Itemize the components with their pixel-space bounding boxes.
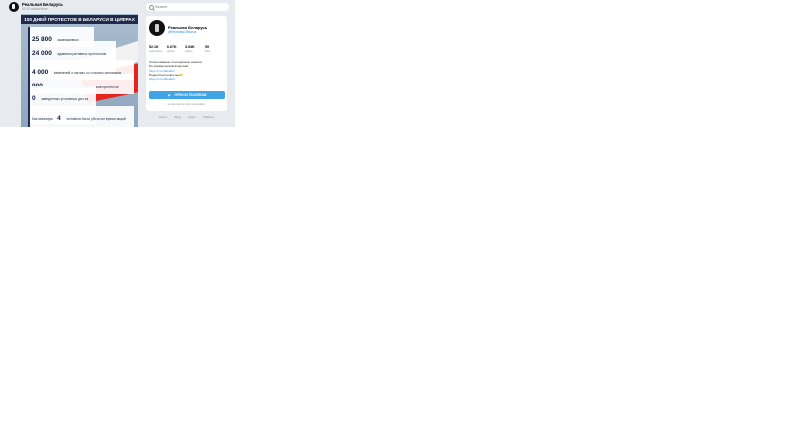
stat-value: 3.94K: [185, 45, 195, 49]
card-channel-handle[interactable]: @Realnaya Belarus: [168, 30, 196, 34]
stat-caption: links: [205, 50, 211, 53]
stat-number: 0: [32, 95, 36, 102]
footer-link-about[interactable]: About: [159, 115, 167, 119]
channel-stats: 52.1K subscribers 6.67K photos 3.94K vid…: [149, 45, 225, 56]
open-button-label: OPEN IN TELEGRAM: [174, 93, 207, 97]
stat-killed: Как минимум 4 человека были убиты во вре…: [28, 106, 134, 127]
post-header: Реальная Беларусь 52.1K subscribers: [9, 2, 139, 12]
sidebar: Реальная Беларусь @Realnaya Belarus 52.1…: [141, 0, 235, 127]
search-icon: [149, 5, 154, 10]
channel-info-card: Реальная Беларусь @Realnaya Belarus 52.1…: [146, 16, 227, 111]
stat-value: 6.67K: [167, 45, 177, 49]
channel-avatar[interactable]: [9, 2, 19, 12]
stat-value: 52.1K: [149, 45, 159, 49]
stat-links: 59 links: [205, 45, 210, 53]
stat-number: 4: [57, 115, 61, 122]
footer-link-blog[interactable]: Blog: [174, 115, 180, 119]
footer-link-platform[interactable]: Platform: [203, 115, 214, 119]
stat-number: 24 000: [32, 50, 52, 57]
stat-caption: photos: [167, 50, 175, 53]
telegram-plane-icon: [167, 93, 171, 97]
stat-videos: 3.94K videos: [185, 45, 195, 53]
search-input[interactable]: [155, 3, 225, 11]
open-in-telegram-button[interactable]: OPEN IN TELEGRAM: [149, 91, 225, 99]
channel-description: Только важные и интересные новости По ко…: [149, 60, 225, 81]
search-box[interactable]: [146, 3, 229, 11]
join-note: to view and join the conversation: [167, 103, 206, 106]
infographic-title: 100 ДНЕЙ ПРОТЕСТОВ В БЕЛАРУСИ В ЦИФРАХ: [21, 15, 138, 24]
subscriber-count: 52.1K subscribers: [22, 7, 48, 11]
telegram-web-preview: Реальная Беларусь 52.1K subscribers 100 …: [0, 0, 235, 127]
stat-caption: videos: [185, 50, 193, 53]
footer-links: About Blog Apps Platform: [146, 115, 227, 119]
stat-photos: 6.67K photos: [167, 45, 177, 53]
desc-link[interactable]: https://t.me/Beallkd: [149, 77, 225, 81]
stat-subscribers: 52.1K subscribers: [149, 45, 162, 53]
stat-caption: subscribers: [149, 50, 163, 53]
channel-avatar-large: [149, 20, 165, 36]
stat-label: Как минимум: [32, 117, 53, 121]
post-image[interactable]: 100 ДНЕЙ ПРОТЕСТОВ В БЕЛАРУСИ В ЦИФРАХ 2…: [21, 14, 138, 127]
stat-value: 59: [205, 45, 209, 49]
footer-link-apps[interactable]: Apps: [188, 115, 195, 119]
message-feed: Реальная Беларусь 52.1K subscribers 100 …: [0, 0, 141, 127]
